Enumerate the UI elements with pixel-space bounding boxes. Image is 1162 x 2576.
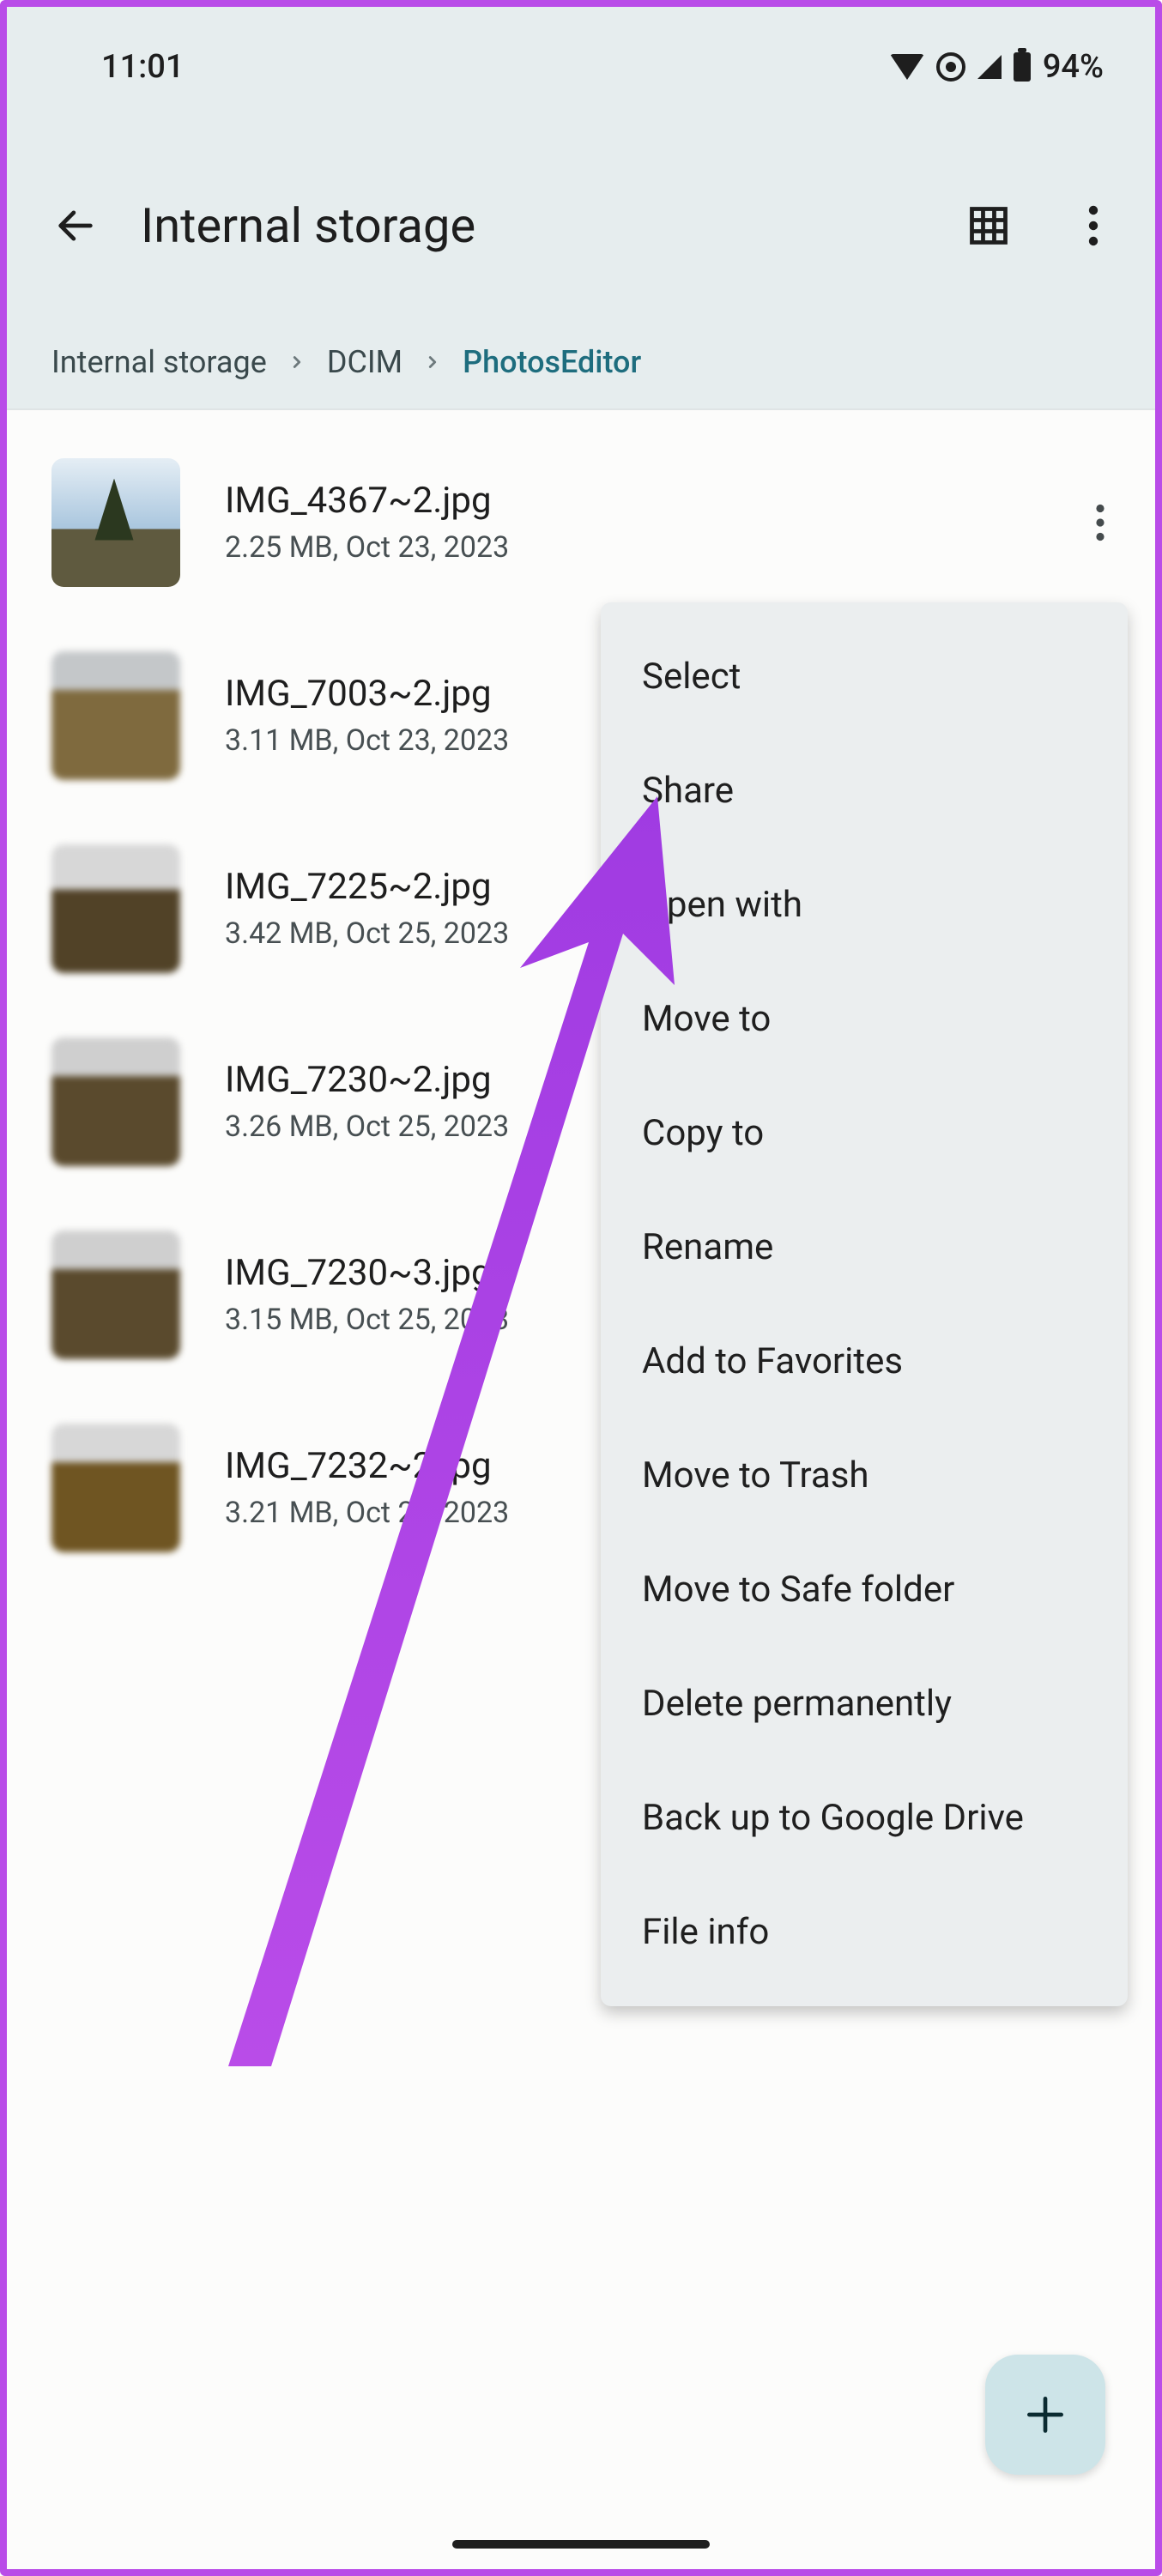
more-vert-icon bbox=[1088, 205, 1098, 246]
menu-item-delete-permanently[interactable]: Delete permanently bbox=[601, 1647, 1128, 1761]
add-fab[interactable] bbox=[985, 2355, 1105, 2475]
file-more-button[interactable] bbox=[1080, 502, 1121, 543]
file-thumbnail bbox=[51, 844, 180, 973]
battery-icon bbox=[1014, 52, 1031, 82]
menu-item-share[interactable]: Share bbox=[601, 734, 1128, 848]
file-row[interactable]: IMG_4367~2.jpg 2.25 MB, Oct 23, 2023 bbox=[7, 426, 1155, 619]
menu-item-file-info[interactable]: File info bbox=[601, 1875, 1128, 1989]
signal-icon bbox=[977, 55, 1002, 79]
page-title: Internal storage bbox=[141, 197, 908, 254]
menu-item-backup-drive[interactable]: Back up to Google Drive bbox=[601, 1761, 1128, 1875]
grid-icon bbox=[966, 203, 1011, 248]
breadcrumb-item[interactable]: Internal storage bbox=[51, 344, 267, 380]
back-button[interactable] bbox=[51, 202, 100, 250]
chevron-right-icon bbox=[423, 353, 442, 372]
file-thumbnail bbox=[51, 1231, 180, 1359]
more-options-button[interactable] bbox=[1069, 202, 1117, 250]
file-meta: 2.25 MB, Oct 23, 2023 bbox=[225, 530, 1080, 565]
menu-item-open-with[interactable]: Open with bbox=[601, 848, 1128, 962]
file-thumbnail bbox=[51, 1424, 180, 1552]
menu-item-select[interactable]: Select bbox=[601, 620, 1128, 734]
breadcrumb: Internal storage DCIM PhotosEditor bbox=[7, 316, 1155, 410]
menu-item-copy-to[interactable]: Copy to bbox=[601, 1076, 1128, 1190]
menu-item-move-trash[interactable]: Move to Trash bbox=[601, 1418, 1128, 1533]
breadcrumb-current: PhotosEditor bbox=[463, 344, 641, 380]
arrow-back-icon bbox=[53, 203, 98, 248]
view-grid-button[interactable] bbox=[965, 202, 1013, 250]
menu-item-add-favorites[interactable]: Add to Favorites bbox=[601, 1304, 1128, 1418]
navigation-handle[interactable] bbox=[452, 2540, 710, 2549]
file-thumbnail bbox=[51, 1037, 180, 1166]
menu-item-rename[interactable]: Rename bbox=[601, 1190, 1128, 1304]
file-thumbnail bbox=[51, 458, 180, 587]
clock: 11:01 bbox=[101, 48, 184, 86]
more-vert-icon bbox=[1095, 504, 1105, 541]
status-icons: 94% bbox=[890, 48, 1104, 86]
chevron-right-icon bbox=[287, 353, 306, 372]
status-bar: 11:01 94% bbox=[7, 7, 1155, 136]
app-bar: Internal storage bbox=[7, 136, 1155, 316]
plus-icon bbox=[1021, 2391, 1069, 2439]
menu-item-safe-folder[interactable]: Move to Safe folder bbox=[601, 1533, 1128, 1647]
battery-text: 94% bbox=[1043, 48, 1104, 86]
file-name: IMG_4367~2.jpg bbox=[225, 480, 1080, 522]
file-thumbnail bbox=[51, 651, 180, 780]
hotspot-icon bbox=[936, 52, 965, 82]
breadcrumb-item[interactable]: DCIM bbox=[327, 344, 402, 380]
wifi-icon bbox=[890, 54, 924, 80]
menu-item-move-to[interactable]: Move to bbox=[601, 962, 1128, 1076]
context-menu: Select Share Open with Move to Copy to R… bbox=[601, 602, 1128, 2006]
